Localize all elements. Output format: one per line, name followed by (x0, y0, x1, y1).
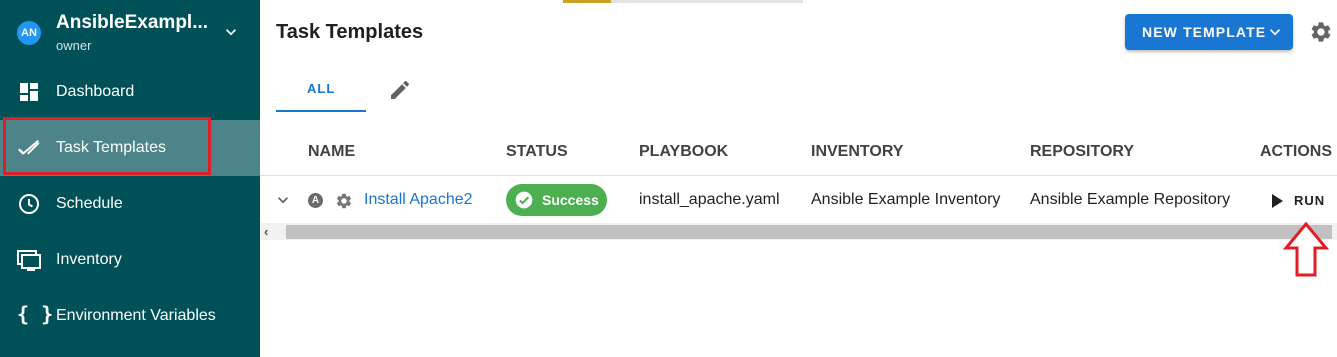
sidebar-item-label: Task Templates (56, 139, 166, 156)
sidebar-item-schedule[interactable]: Schedule (0, 176, 260, 232)
status-text: Success (542, 192, 599, 208)
repository-cell: Ansible Example Repository (1030, 191, 1231, 208)
horizontal-scrollbar[interactable]: ‹ (260, 223, 1337, 240)
sidebar-item-inventory[interactable]: Inventory (0, 232, 260, 288)
inventory-cell: Ansible Example Inventory (811, 191, 1001, 208)
ansible-icon: A (308, 193, 323, 208)
column-header-actions: ACTIONS (1260, 143, 1332, 160)
task-template-name-link[interactable]: Install Apache2 (364, 191, 473, 209)
chevron-down-icon[interactable] (221, 22, 241, 42)
double-check-icon (18, 140, 40, 155)
pencil-icon[interactable] (388, 78, 412, 102)
sidebar-item-label: Environment Variables (56, 307, 216, 324)
project-switcher[interactable]: AN AnsibleExampl... owner (0, 0, 260, 64)
sidebar-item-label: Dashboard (56, 83, 135, 100)
sidebar-item-label: Inventory (56, 251, 122, 268)
table-row: A Install Apache2 Success install_apache… (260, 177, 1337, 223)
play-icon (1272, 194, 1283, 208)
tab-indicator (276, 110, 366, 112)
table-header: NAME STATUS PLAYBOOK INVENTORY REPOSITOR… (260, 128, 1337, 176)
gear-icon (336, 193, 352, 209)
column-header-inventory[interactable]: INVENTORY (811, 143, 903, 161)
tab-all[interactable]: ALL (276, 66, 366, 112)
project-role: owner (56, 38, 92, 53)
monitor-icon (17, 250, 41, 271)
clock-icon (19, 194, 39, 214)
tab-all-label: ALL (307, 81, 336, 96)
project-avatar: AN (17, 21, 41, 45)
status-badge: Success (506, 184, 607, 216)
top-progress-strip (563, 0, 803, 3)
scroll-left-icon[interactable]: ‹ (264, 223, 268, 240)
run-button[interactable]: RUN (1270, 189, 1337, 213)
curly-braces-icon: { } (17, 302, 54, 326)
sidebar-item-environment-variables[interactable]: { } Environment Variables (0, 288, 260, 344)
column-header-repository[interactable]: REPOSITORY (1030, 143, 1134, 161)
page-title: Task Templates (276, 21, 424, 43)
project-name: AnsibleExampl... (56, 12, 209, 33)
check-circle-icon (515, 191, 533, 209)
new-template-button[interactable]: NEW TEMPLATE (1125, 14, 1293, 50)
new-template-label: NEW TEMPLATE (1142, 24, 1267, 40)
run-label: RUN (1294, 193, 1326, 208)
sidebar-item-dashboard[interactable]: Dashboard (0, 64, 260, 120)
column-header-status[interactable]: STATUS (506, 143, 568, 161)
column-header-name[interactable]: NAME (308, 143, 355, 161)
column-header-playbook[interactable]: PLAYBOOK (639, 143, 728, 161)
sidebar-item-task-templates[interactable]: Task Templates (0, 120, 260, 176)
sidebar: AN AnsibleExampl... owner Dashboard Task… (0, 0, 260, 357)
chevron-down-icon[interactable] (273, 190, 293, 210)
gear-icon[interactable] (1309, 20, 1333, 44)
scrollbar-thumb[interactable] (286, 225, 1332, 239)
playbook-cell: install_apache.yaml (639, 191, 780, 208)
dashboard-icon (20, 83, 38, 101)
sidebar-item-label: Schedule (56, 195, 123, 212)
chevron-down-icon (1270, 29, 1280, 36)
